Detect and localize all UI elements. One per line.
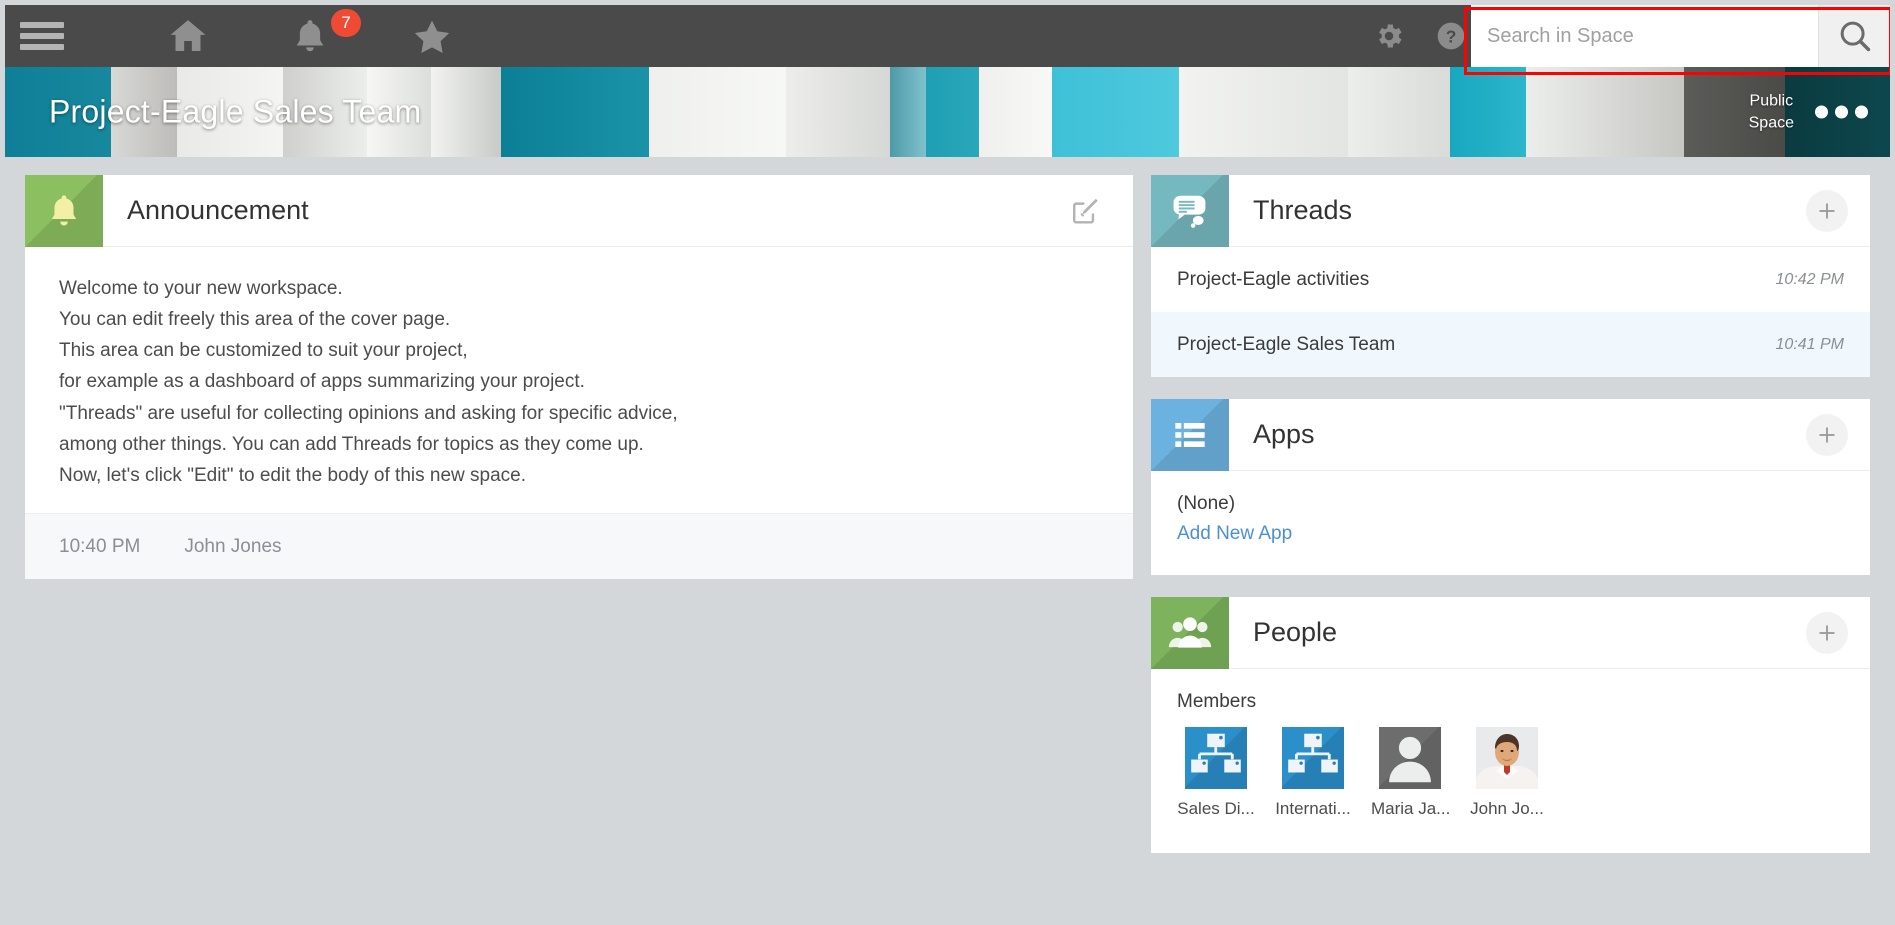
people-header: People: [1151, 597, 1870, 669]
announcement-line: for example as a dashboard of apps summa…: [59, 371, 585, 393]
announcement-body: Welcome to your new workspace. You can ed…: [25, 247, 1133, 513]
add-app-button[interactable]: [1806, 413, 1848, 456]
announcement-card: Announcement Welcome to your new workspa…: [25, 175, 1133, 580]
add-new-app-link[interactable]: Add New App: [1177, 523, 1844, 545]
help-icon[interactable]: ?: [1425, 5, 1477, 67]
threads-card: Threads Project-Eagle activities 10:42 PM…: [1151, 175, 1870, 377]
space-visibility-line2: Space: [1748, 114, 1794, 131]
announcement-line: among other things. You can add Threads …: [59, 433, 644, 455]
home-icon[interactable]: [157, 5, 219, 67]
space-title: Project-Eagle Sales Team: [49, 93, 422, 130]
search-box[interactable]: [1471, 5, 1890, 67]
members-grid: Sales Di... Internati... Maria Ja... John J…: [1177, 727, 1844, 819]
threads-list: Project-Eagle activities 10:42 PM Project-…: [1151, 247, 1870, 377]
right-column: Threads Project-Eagle activities 10:42 PM…: [1151, 175, 1870, 875]
notification-badge: 7: [331, 9, 361, 37]
notifications-bell-icon[interactable]: 7: [279, 5, 361, 67]
thread-time: 10:41 PM: [1775, 335, 1844, 353]
apps-body: (None) Add New App: [1151, 471, 1870, 575]
threads-icon: [1151, 175, 1229, 247]
announcement-author: John Jones: [184, 535, 282, 557]
photo-avatar: [1476, 727, 1538, 789]
app-window: 7 ? Search in Space Project-Eagle Sales …: [0, 0, 1895, 925]
space-visibility-line1: Public: [1749, 92, 1794, 110]
people-title: People: [1253, 617, 1338, 647]
member-item[interactable]: Maria Ja...: [1371, 727, 1449, 819]
search-submit-button[interactable]: [1818, 5, 1890, 67]
member-item[interactable]: Sales Di...: [1177, 727, 1255, 819]
apps-title: Apps: [1253, 419, 1315, 449]
people-card: People Members Sales Di... Internati... Ma…: [1151, 597, 1870, 853]
org-chart-icon: [1185, 727, 1247, 789]
org-chart-icon: [1282, 727, 1344, 789]
add-person-button[interactable]: [1806, 611, 1848, 654]
announcement-line: This area can be customized to suit your…: [59, 340, 468, 362]
member-name: Internati...: [1275, 799, 1351, 818]
svg-text:?: ?: [1446, 27, 1457, 47]
announcement-title: Announcement: [127, 195, 309, 225]
announcement-header: Announcement: [25, 175, 1133, 247]
apps-list-icon: [1151, 399, 1229, 471]
space-banner: Project-Eagle Sales Team Public Space: [5, 67, 1890, 157]
hamburger-menu-icon[interactable]: [11, 5, 73, 67]
thread-label: Project-Eagle activities: [1177, 268, 1370, 290]
announcement-footer: 10:40 PM John Jones: [25, 513, 1133, 580]
announcement-line: Now, let's click "Edit" to edit the body…: [59, 464, 527, 486]
settings-gear-icon[interactable]: [1363, 5, 1415, 67]
add-thread-button[interactable]: [1806, 189, 1848, 232]
apps-header: Apps: [1151, 399, 1870, 471]
people-icon: [1151, 597, 1229, 669]
thread-time: 10:42 PM: [1775, 270, 1844, 288]
member-item[interactable]: John Jo...: [1468, 727, 1546, 819]
thread-row[interactable]: Project-Eagle activities 10:42 PM: [1151, 247, 1870, 312]
bell-icon: [25, 175, 103, 247]
favorites-star-icon[interactable]: [401, 5, 463, 67]
member-name: Sales Di...: [1177, 799, 1255, 818]
search-input[interactable]: [1471, 5, 1818, 67]
announcement-line: You can edit freely this area of the cov…: [59, 309, 451, 331]
member-name: Maria Ja...: [1371, 799, 1449, 818]
people-body: Members Sales Di... Internati... Maria Ja.…: [1151, 669, 1870, 853]
thread-row[interactable]: Project-Eagle Sales Team 10:41 PM: [1151, 312, 1870, 377]
announcement-line: "Threads" are useful for collecting opin…: [59, 402, 678, 424]
more-options-icon[interactable]: [1815, 105, 1868, 119]
space-visibility-label: Public Space: [1749, 90, 1794, 133]
thread-label: Project-Eagle Sales Team: [1177, 333, 1396, 355]
threads-title: Threads: [1253, 195, 1353, 225]
apps-empty-label: (None): [1177, 493, 1236, 514]
apps-card: Apps (None) Add New App: [1151, 399, 1870, 575]
announcement-line: Welcome to your new workspace.: [59, 278, 343, 299]
threads-header: Threads: [1151, 175, 1870, 247]
person-silhouette-icon: [1379, 727, 1441, 789]
member-name: John Jo...: [1470, 799, 1544, 818]
edit-icon[interactable]: [1067, 193, 1103, 229]
member-item[interactable]: Internati...: [1274, 727, 1352, 819]
content-area: Announcement Welcome to your new workspa…: [5, 157, 1890, 920]
announcement-time: 10:40 PM: [59, 535, 141, 557]
top-navigation-bar: 7 ?: [5, 5, 1890, 67]
members-label: Members: [1177, 691, 1257, 712]
